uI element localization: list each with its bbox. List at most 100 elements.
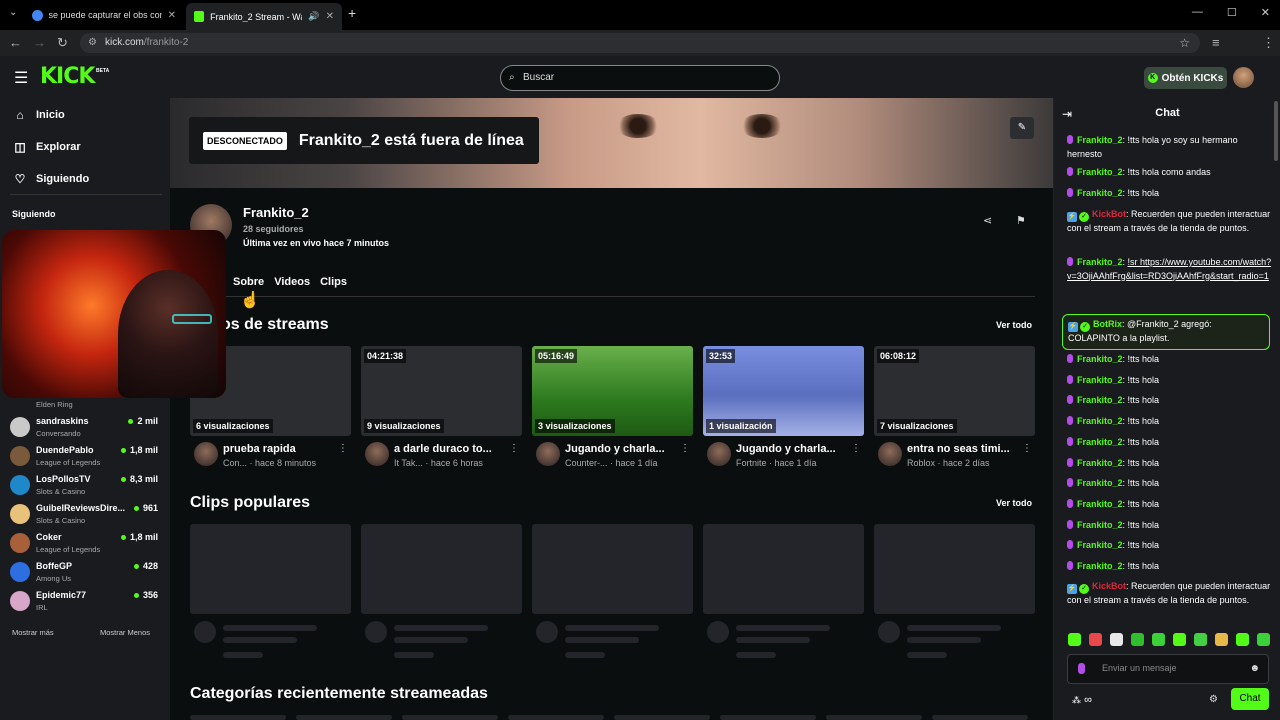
more-options-icon[interactable]: ⋮ — [509, 443, 519, 454]
tab-clips[interactable]: Clips — [320, 276, 347, 288]
followed-channel[interactable]: Coker League of Legends 1,8 mil — [10, 530, 160, 556]
get-kicks-button[interactable]: K Obtén KICKs — [1144, 67, 1227, 89]
audio-icon[interactable]: 🔊 — [308, 11, 319, 22]
emote-icon[interactable] — [1215, 633, 1228, 646]
maximize-icon[interactable]: ☐ — [1227, 6, 1237, 19]
chat-username[interactable]: Frankito_2 — [1077, 167, 1123, 177]
emoji-picker-icon[interactable]: ☻ — [1249, 655, 1260, 682]
browser-tab-1[interactable]: se puede capturar el obs con la ✕ — [24, 4, 184, 26]
see-all-videos-link[interactable]: Ver todo — [996, 320, 1032, 330]
chat-send-button[interactable]: Chat — [1231, 688, 1269, 710]
url-field[interactable]: ⚙ kick.com/frankito-2 ☆ — [80, 33, 1200, 53]
close-icon[interactable]: ✕ — [168, 10, 176, 21]
avatar — [365, 442, 389, 466]
emote-icon[interactable] — [1110, 633, 1123, 646]
chat-username[interactable]: Frankito_2 — [1077, 395, 1123, 405]
back-icon[interactable]: ← — [9, 35, 22, 50]
user-settings-icon[interactable]: ⚑ — [1016, 214, 1026, 227]
chat-username[interactable]: KickBot — [1092, 209, 1126, 219]
offline-badge: DESCONECTADO — [203, 131, 287, 150]
chat-scrollbar[interactable] — [1274, 101, 1278, 161]
tab-about[interactable]: Sobre — [233, 276, 264, 288]
category-skeleton — [720, 715, 816, 720]
chat-username[interactable]: Frankito_2 — [1077, 257, 1123, 267]
emote-icon[interactable] — [1236, 633, 1249, 646]
video-card[interactable]: 32:53 1 visualización Jugando y charla..… — [703, 346, 864, 476]
points-value: ∞ — [1084, 694, 1092, 706]
chat-username[interactable]: KickBot — [1092, 581, 1126, 591]
video-card[interactable]: 06:08:12 7 visualizaciones entra no seas… — [874, 346, 1035, 476]
see-all-clips-link[interactable]: Ver todo — [996, 498, 1032, 508]
chat-username[interactable]: Frankito_2 — [1077, 540, 1123, 550]
followed-channel[interactable]: sandraskins Conversando 2 mil — [10, 414, 160, 440]
edit-banner-button[interactable]: ✎ — [1010, 117, 1034, 139]
emote-icon[interactable] — [1257, 633, 1270, 646]
more-options-icon[interactable]: ⋮ — [1022, 443, 1032, 454]
sidebar-item-label: Inicio — [36, 109, 65, 121]
forward-icon[interactable]: → — [33, 35, 46, 50]
menu-icon[interactable]: ☰ — [14, 68, 28, 88]
tab-videos[interactable]: Videos — [274, 276, 310, 288]
video-card[interactable]: 05:16:49 3 visualizaciones Jugando y cha… — [532, 346, 693, 476]
emote-icon[interactable] — [1152, 633, 1165, 646]
channel-points[interactable]: ⁂ ∞ — [1072, 694, 1092, 706]
sidebar-item-following[interactable]: ♡ Siguiendo — [14, 172, 90, 186]
get-kicks-label: Obtén KICKs — [1161, 72, 1224, 84]
emote-icon[interactable] — [1089, 633, 1102, 646]
sidebar-item-explore[interactable]: ◫ Explorar — [14, 140, 80, 154]
channel-category: Among Us — [36, 574, 72, 583]
minimize-icon[interactable]: — — [1192, 6, 1203, 19]
chat-username[interactable]: Frankito_2 — [1077, 437, 1123, 447]
chat-message: Frankito_2: !tts hola — [1067, 394, 1273, 408]
chat-username[interactable]: Frankito_2 — [1077, 188, 1123, 198]
browser-tab-2[interactable]: Frankito_2 Stream - Watch L 🔊 ✕ — [186, 3, 342, 30]
more-options-icon[interactable]: ⋮ — [338, 443, 348, 454]
chat-username[interactable]: BotRix — [1093, 319, 1122, 329]
chat-text: !tts hola — [1127, 375, 1160, 385]
followed-channel[interactable]: LosPollosTV Slots & Casino 8,3 mil — [10, 472, 160, 498]
chat-username[interactable]: Frankito_2 — [1077, 478, 1123, 488]
kick-logo[interactable]: KICK — [40, 64, 95, 89]
emote-icon[interactable] — [1173, 633, 1186, 646]
share-icon[interactable]: ⋖ — [983, 214, 992, 227]
user-avatar[interactable] — [1233, 67, 1254, 88]
search-input[interactable]: ⌕ Buscar — [500, 65, 780, 91]
close-icon[interactable]: ✕ — [326, 11, 334, 22]
video-card[interactable]: 04:21:38 9 visualizaciones a darle durac… — [361, 346, 522, 476]
new-tab-button[interactable]: + — [348, 5, 356, 21]
emote-icon[interactable] — [1068, 633, 1081, 646]
more-options-icon[interactable]: ⋮ — [680, 443, 690, 454]
tab-list-chevron-icon[interactable]: ⌄ — [9, 7, 17, 18]
browser-tab-strip: ⌄ se puede capturar el obs con la ✕ Fran… — [0, 0, 1280, 30]
chat-username[interactable]: Frankito_2 — [1077, 135, 1123, 145]
chat-username[interactable]: Frankito_2 — [1077, 458, 1123, 468]
browser-menu-icon[interactable]: ⋮ — [1262, 35, 1275, 51]
chat-username[interactable]: Frankito_2 — [1077, 375, 1123, 385]
emote-icon[interactable] — [1131, 633, 1144, 646]
show-more-link[interactable]: Mostrar más — [12, 628, 54, 637]
sidebar-item-home[interactable]: ⌂ Inicio — [14, 108, 65, 122]
site-info-icon[interactable]: ⚙ — [88, 33, 97, 53]
chat-message-input[interactable]: Enviar un mensaje ☻ — [1067, 654, 1269, 684]
chat-settings-icon[interactable]: ⚙ — [1209, 694, 1218, 705]
chat-username[interactable]: Frankito_2 — [1077, 520, 1123, 530]
emote-bar — [1068, 633, 1270, 646]
followed-channel[interactable]: BoffeGP Among Us 428 — [10, 559, 160, 585]
chat-message: Frankito_2: !tts hola — [1067, 457, 1273, 471]
emote-icon[interactable] — [1194, 633, 1207, 646]
chat-username[interactable]: Frankito_2 — [1077, 354, 1123, 364]
show-less-link[interactable]: Mostrar Menos — [100, 628, 150, 637]
chat-username[interactable]: Frankito_2 — [1077, 416, 1123, 426]
reload-icon[interactable]: ↻ — [57, 35, 68, 51]
bookmark-star-icon[interactable]: ☆ — [1179, 33, 1190, 53]
offline-card: DESCONECTADO Frankito_2 está fuera de lí… — [189, 117, 539, 164]
followed-channel[interactable]: Epidemic77 IRL 356 — [10, 588, 160, 614]
close-window-icon[interactable]: ✕ — [1261, 6, 1270, 19]
more-options-icon[interactable]: ⋮ — [851, 443, 861, 454]
chat-username[interactable]: Frankito_2 — [1077, 499, 1123, 509]
followed-channel[interactable]: DuendePablo League of Legends 1,8 mil — [10, 443, 160, 469]
followed-channel[interactable]: GuibelReviewsDire... Slots & Casino 961 — [10, 501, 160, 527]
media-controls-icon[interactable]: ≡ — [1212, 35, 1220, 50]
chat-username[interactable]: Frankito_2 — [1077, 561, 1123, 571]
chat-input-placeholder: Enviar un mensaje — [1102, 663, 1177, 673]
